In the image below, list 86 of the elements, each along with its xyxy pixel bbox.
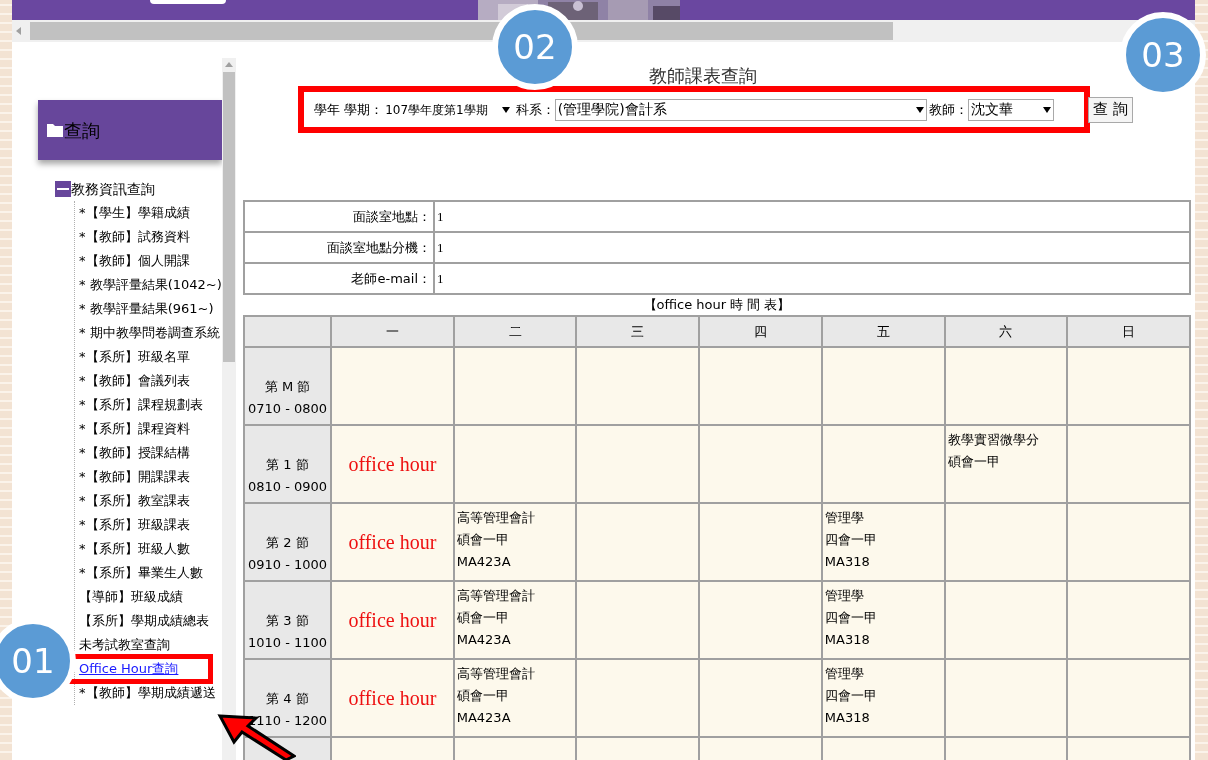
course-line: 碩會一甲	[456, 609, 510, 627]
field-label: 學年 學期：	[314, 100, 384, 119]
course-line: 管理學	[824, 509, 865, 527]
course-line: MA423A	[456, 553, 512, 571]
period-label: 第 M 節	[263, 378, 312, 396]
tree-item[interactable]: * 教學評量結果(1042~)	[79, 273, 224, 297]
period-label: 第 2 節	[265, 534, 310, 552]
tree-item[interactable]: *【系所】課程規劃表	[79, 393, 224, 417]
info-label: 老師e-mail：	[244, 263, 434, 294]
period-time: 0710 - 0800	[246, 400, 329, 418]
period-time: 0810 - 0900	[246, 478, 329, 496]
tree-item[interactable]: *【系所】畢業生人數	[79, 561, 224, 585]
caret-icon	[915, 105, 924, 114]
field-label: 教師：	[928, 100, 968, 119]
course-line: 教學實習微學分	[947, 431, 1040, 449]
tree-item[interactable]: 【導師】班級成績	[79, 585, 224, 609]
period-label: 第 1 節	[265, 456, 310, 474]
info-value: 1	[434, 201, 1190, 232]
period-time: 1010 - 1100	[246, 634, 329, 652]
day-header: 二	[453, 316, 577, 347]
course-line: 高等管理會計	[456, 587, 536, 605]
tree-item[interactable]: *【系所】課程資料	[79, 417, 224, 441]
tree-item[interactable]: *【學生】學籍成績	[79, 201, 224, 225]
day-header: 日	[1067, 316, 1190, 347]
course-line: 高等管理會計	[456, 665, 536, 683]
tree-item[interactable]: *【系所】班級課表	[79, 513, 224, 537]
tree-item[interactable]: *【教師】個人開課	[79, 249, 224, 273]
course-line: 管理學	[824, 665, 865, 683]
office-hour-label: office hour	[348, 609, 437, 631]
collapse-toggle[interactable]	[55, 181, 71, 197]
course-line: 碩會一甲	[947, 453, 1001, 471]
day-header: 六	[944, 316, 1068, 347]
course-line: MA318	[824, 553, 871, 571]
tree-item[interactable]: *【教師】試務資料	[79, 225, 224, 249]
info-label: 面談室地點：	[244, 201, 434, 232]
day-header: 三	[576, 316, 700, 347]
day-header: 一	[331, 316, 454, 347]
tree-item[interactable]: 未考試教室查詢	[79, 633, 224, 657]
course-line: 四會一甲	[824, 609, 878, 627]
course-line: MA423A	[456, 631, 512, 649]
course-line: 四會一甲	[824, 687, 878, 705]
tree-item[interactable]: *【系所】班級名單	[79, 345, 224, 369]
arrow-icon	[216, 712, 296, 760]
caret-icon	[501, 105, 510, 114]
teacher-select[interactable]: 沈文華	[967, 98, 1054, 121]
folder-icon	[46, 122, 64, 138]
tree-item[interactable]: 【系所】學期成績總表	[79, 609, 224, 633]
office-hour-label: office hour	[348, 687, 437, 709]
tree-item[interactable]: *【教師】學期成績遞送	[79, 681, 224, 705]
tree-item[interactable]: *【系所】班級人數	[79, 537, 224, 561]
tree-node-label[interactable]: 教務資訊查詢	[71, 178, 155, 200]
day-header: 四	[699, 316, 822, 347]
course-line: MA318	[824, 631, 871, 649]
caret-icon	[1042, 105, 1051, 114]
course-line: 管理學	[824, 587, 865, 605]
department-select[interactable]: (管理學院)會計系	[554, 98, 927, 121]
day-header: 五	[821, 316, 945, 347]
scrollbar-thumb[interactable]	[223, 72, 235, 362]
period-time: 0910 - 1000	[246, 556, 329, 574]
tree-item[interactable]: *【系所】教室課表	[79, 489, 224, 513]
course-line: MA423A	[456, 709, 512, 727]
course-line: 碩會一甲	[456, 687, 510, 705]
period-label: 第 3 節	[265, 612, 310, 630]
tree-item[interactable]: *【教師】授課結構	[79, 441, 224, 465]
info-value: 1	[434, 232, 1190, 263]
query-button[interactable]: 查 詢	[1088, 96, 1133, 123]
field-label: 科系：	[515, 100, 555, 119]
course-line: 高等管理會計	[456, 509, 536, 527]
page-title: 教師課表查詢	[649, 64, 757, 88]
period-label: 第 4 節	[265, 690, 310, 708]
tree-item[interactable]: *【教師】會議列表	[79, 369, 224, 393]
tree-item[interactable]: * 期中教學問卷調查系統	[79, 321, 224, 345]
office-hour-label: office hour	[348, 453, 437, 475]
course-line: MA318	[824, 709, 871, 727]
tree-item[interactable]: *【教師】開課課表	[79, 465, 224, 489]
vertical-scrollbar[interactable]	[222, 58, 236, 760]
office-hour-label: office hour	[348, 531, 437, 553]
table-caption: 【office hour 時 間 表】	[642, 296, 792, 314]
course-line: 四會一甲	[824, 531, 878, 549]
course-line: 碩會一甲	[456, 531, 510, 549]
info-label: 面談室地點分機：	[244, 232, 434, 263]
tree-link[interactable]: Office Hour查詢	[79, 660, 179, 678]
semester-select[interactable]: 107學年度第1學期	[383, 98, 514, 121]
sidebar-header-title: 查詢	[64, 118, 100, 143]
tree-item[interactable]: * 教學評量結果(961~)	[79, 297, 224, 321]
info-value: 1	[434, 263, 1190, 294]
